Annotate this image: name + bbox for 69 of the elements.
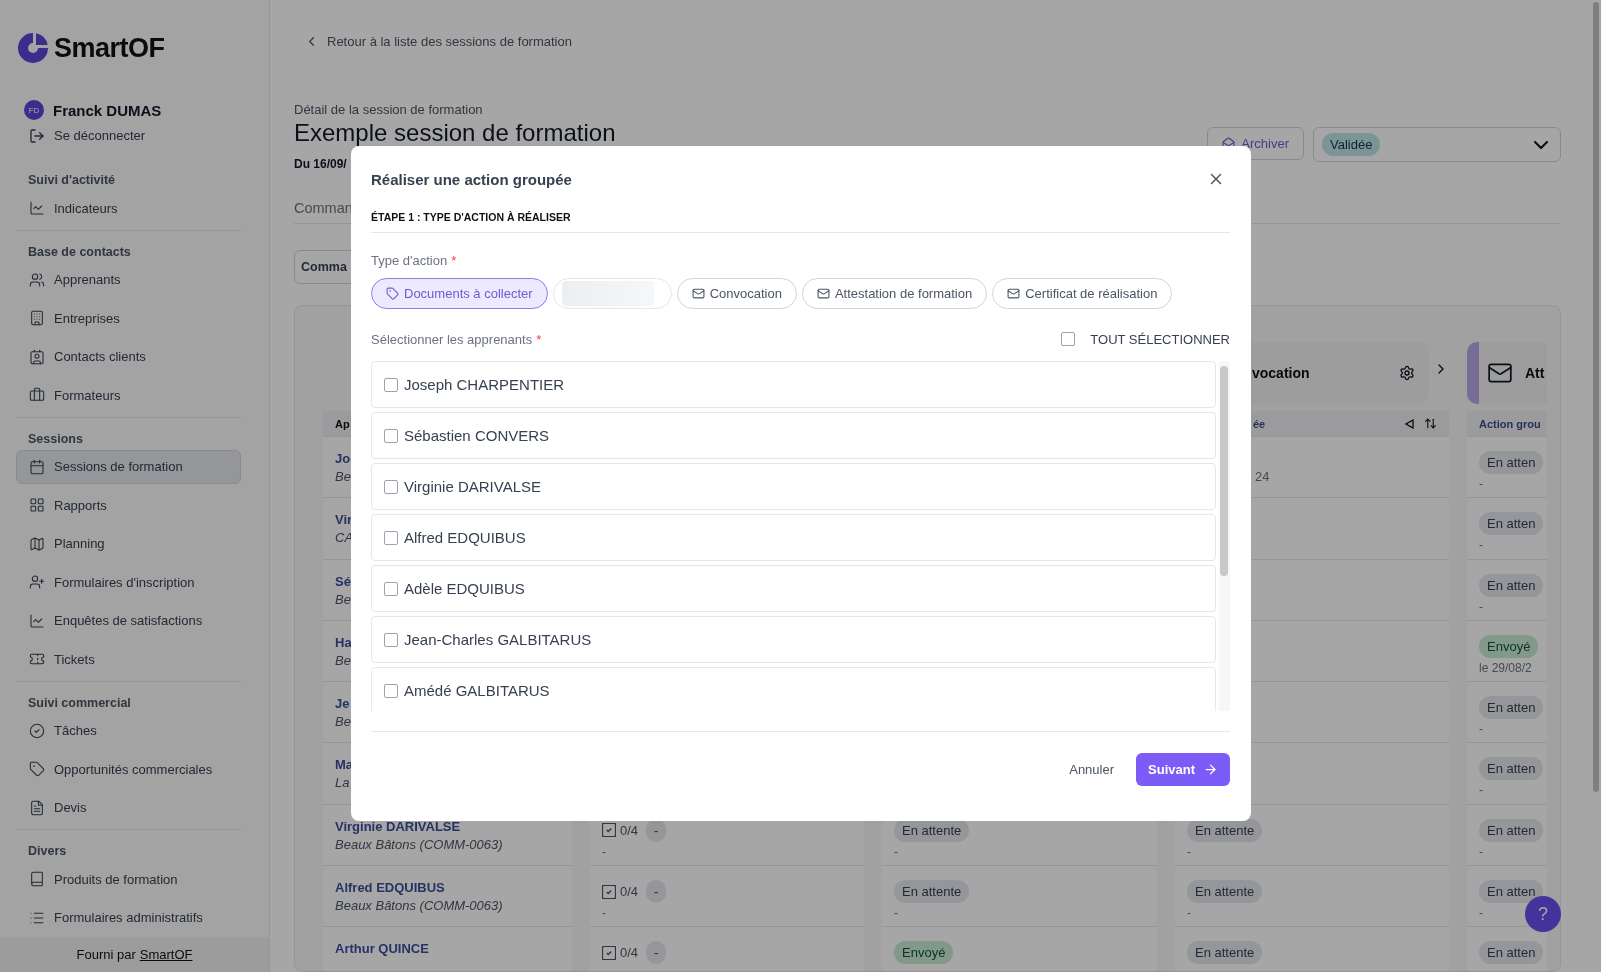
status-date: - [894, 844, 898, 859]
learner-company: Be [335, 469, 351, 484]
logo-text: SmartOF [54, 32, 165, 64]
status-badge: Envoyé [894, 941, 954, 965]
document-count: 0/4 [602, 822, 639, 838]
learner-company: Be [335, 591, 351, 607]
status-badge: En atten [1479, 512, 1544, 536]
user-avatar: FD [24, 100, 44, 120]
status-badge: En atten [1479, 818, 1544, 842]
status-badge: En atten [1479, 880, 1544, 904]
nav-section-title: Divers [27, 843, 67, 860]
status-date: - [602, 906, 606, 921]
nav-section-title: Base de contacts [27, 243, 131, 261]
learner-option-label: Amédé GALBITARUS [404, 682, 550, 699]
status-badge: En attente [1187, 880, 1263, 904]
nav-section-title: Sessions [27, 430, 83, 448]
status-badge: Envoyé [1479, 634, 1539, 658]
status-pill: Validée [1322, 133, 1381, 156]
learner-option-label: Adèle EDQUIBUS [404, 580, 525, 597]
document-count: 0/4 [602, 884, 639, 900]
footer-text: Fourni par [76, 947, 136, 962]
field-label: Sélectionner les apprenants * [371, 331, 542, 347]
status-date: - [1479, 844, 1483, 859]
status-date: - [1187, 906, 1191, 921]
learner-company: La [335, 775, 350, 791]
learner-option-label: Virginie DARIVALSE [404, 478, 541, 495]
modal-title: Réaliser une action groupée [371, 170, 572, 188]
learner-option-label: Joseph CHARPENTIER [404, 376, 565, 393]
session-dates: Du 16/09/ [294, 156, 347, 172]
column-label: Action grou [1479, 417, 1541, 430]
status-badge: En atten [1479, 573, 1544, 597]
status-date: - [1479, 538, 1483, 553]
status-date: - [602, 844, 606, 859]
status-badge: En attente [894, 880, 970, 904]
status-date: - [1479, 906, 1483, 921]
column-label: ée [1252, 417, 1266, 430]
status-badge: - [646, 941, 667, 965]
document-count: 0/4 [602, 945, 639, 961]
status-date: - [1479, 477, 1483, 491]
field-label: Type d'action * [371, 253, 457, 268]
status-date: le 29/08/2 [1479, 660, 1532, 675]
learner-option-label: Sébastien CONVERS [404, 427, 550, 444]
column-title: Att [1525, 365, 1545, 381]
page-title: Exemple session de formation [294, 119, 616, 147]
page-overline: Détail de la session de formation [294, 102, 483, 118]
status-badge: En attente [1187, 941, 1263, 965]
column-title: vocation [1252, 365, 1310, 381]
status-date: - [1479, 599, 1483, 614]
status-badge: - [646, 880, 667, 904]
learner-option-label: Jean-Charles GALBITARUS [404, 631, 592, 648]
step-title: ÉTAPE 1 : TYPE D'ACTION À RÉALISER [371, 211, 571, 223]
status-date: - [894, 906, 898, 921]
user-name: Franck DUMAS [53, 101, 162, 119]
status-badge: En atten [1479, 941, 1544, 965]
column-label: Ap [335, 417, 350, 430]
status-date: - [1479, 722, 1483, 737]
status-badge: En atten [1479, 451, 1544, 474]
status-badge: En atten [1479, 696, 1544, 720]
status-badge: En atten [1479, 757, 1544, 781]
nav-section-title: Suivi d'activité [27, 172, 116, 189]
status-date: 24 [1254, 469, 1270, 484]
status-date: - [1479, 783, 1483, 798]
learner-company: Be [335, 714, 351, 730]
learner-option-label: Alfred EDQUIBUS [404, 529, 526, 546]
nav-section-title: Suivi commercial [27, 694, 131, 712]
status-date: - [1187, 844, 1191, 859]
learner-company: Beaux Bâtons (COMM-0063) [335, 898, 503, 914]
learner-company: Beaux Bâtons (COMM-0063) [335, 836, 503, 852]
learner-company: Be [335, 652, 351, 668]
